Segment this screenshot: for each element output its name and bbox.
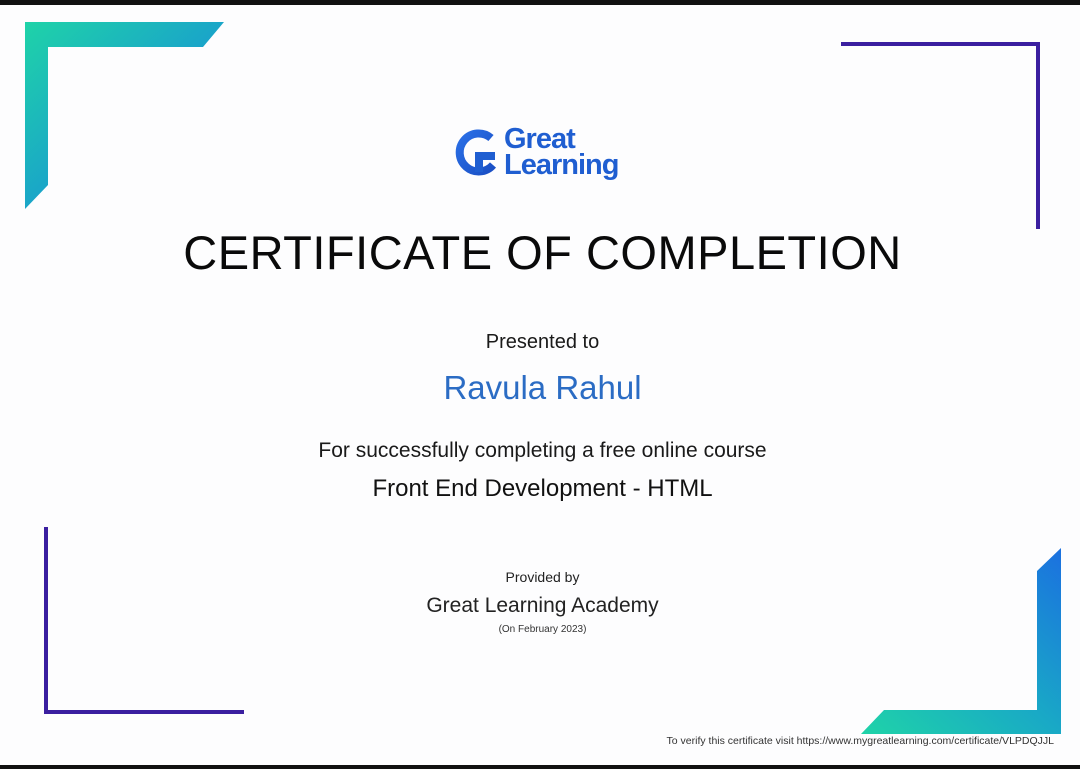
bottom-left-purple-corner <box>44 527 244 714</box>
recipient-name: Ravula Rahul <box>443 369 642 406</box>
completion-reason: For successfully completing a free onlin… <box>318 439 767 462</box>
course-name: Front End Development - HTML <box>372 475 713 502</box>
certificate-page: Great Learning CERTIFICATE OF COMPLETION… <box>0 5 1080 765</box>
presented-to-label: Presented to <box>485 331 600 353</box>
window-bottom-edge <box>0 765 1080 769</box>
verification-link[interactable]: To verify this certificate visit https:/… <box>667 735 1054 747</box>
great-learning-logo: Great Learning <box>453 125 653 189</box>
certificate-title: CERTIFICATE OF COMPLETION <box>183 226 902 279</box>
issue-date: (On February 2023) <box>498 624 587 635</box>
provider-name: Great Learning Academy <box>426 594 659 617</box>
top-right-purple-corner <box>841 42 1040 229</box>
provided-by-label: Provided by <box>505 569 580 585</box>
top-left-gradient-corner <box>25 22 224 209</box>
logo-word-learning: Learning <box>504 149 619 181</box>
great-learning-g-icon <box>455 129 497 176</box>
